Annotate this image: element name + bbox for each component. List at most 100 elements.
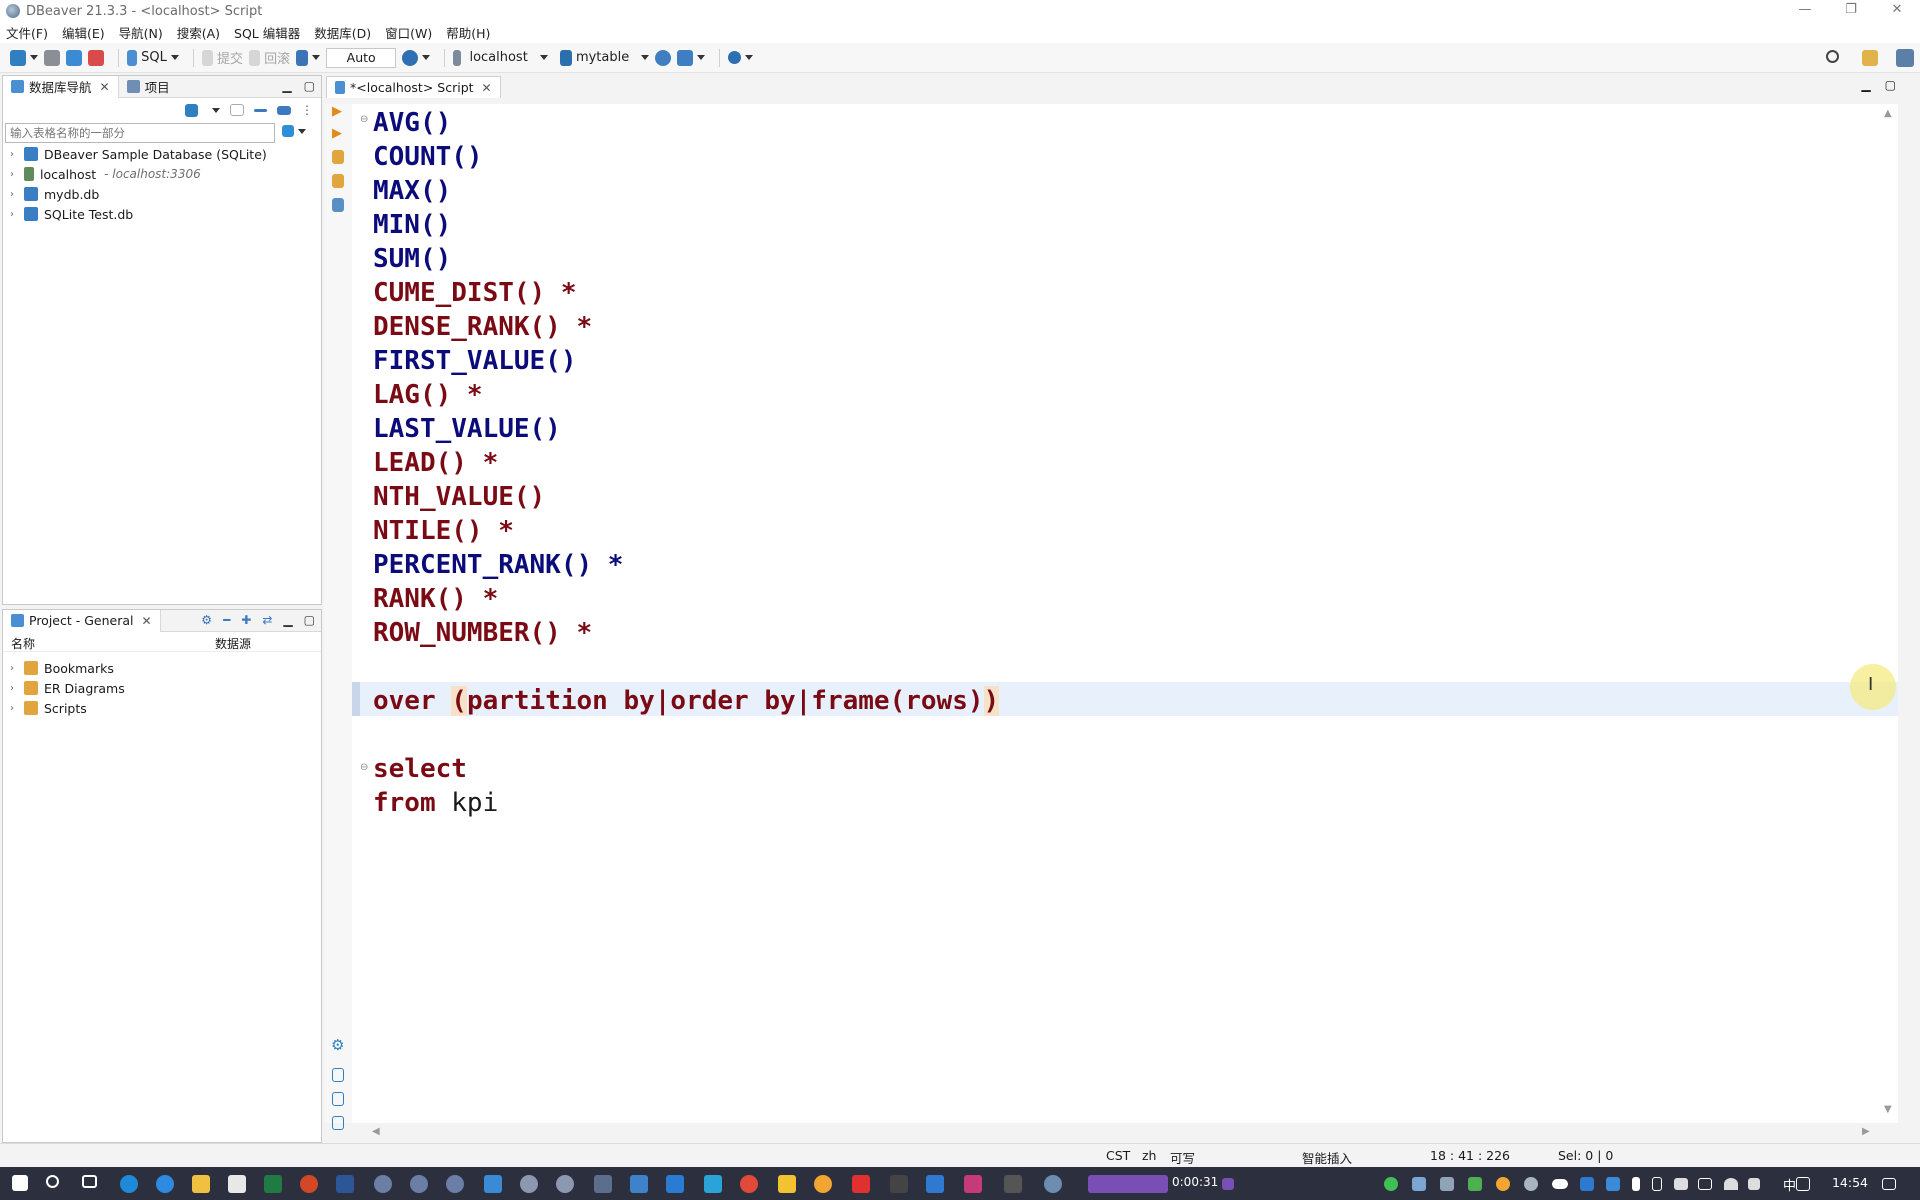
close-icon[interactable]: ✕: [100, 80, 110, 94]
minimize-icon[interactable]: ▁: [282, 79, 291, 93]
display-icon[interactable]: [1698, 1178, 1712, 1190]
edge-icon[interactable]: [120, 1175, 138, 1193]
app-icon[interactable]: [556, 1175, 574, 1193]
global-search-button[interactable]: [1826, 50, 1839, 63]
excel-icon[interactable]: [264, 1175, 282, 1193]
menu-search[interactable]: 搜索(A): [177, 23, 220, 42]
history-button[interactable]: [402, 49, 431, 66]
tray-icon[interactable]: [1496, 1177, 1510, 1191]
app-icon[interactable]: [1004, 1175, 1022, 1193]
ie-icon[interactable]: [156, 1175, 174, 1193]
chrome-icon[interactable]: [740, 1175, 758, 1193]
app-icon[interactable]: [520, 1175, 538, 1193]
menu-help[interactable]: 帮助(H): [446, 23, 490, 42]
maximize-icon[interactable]: ▢: [1885, 78, 1896, 92]
code-line[interactable]: LAG() *: [373, 378, 483, 412]
execute-statement-new-tab-icon[interactable]: ▶: [332, 126, 342, 141]
tree-item-mydb[interactable]: › mydb.db: [10, 184, 99, 204]
tray-icon[interactable]: [1440, 1177, 1454, 1191]
minimize-icon[interactable]: ▁: [283, 613, 292, 627]
tree-item-localhost[interactable]: › localhost - localhost:3306: [10, 164, 201, 184]
chevron-right-icon[interactable]: ›: [10, 189, 24, 200]
collapse-all-icon[interactable]: [254, 108, 267, 112]
maximize-icon[interactable]: ▢: [304, 79, 315, 93]
code-line[interactable]: LAST_VALUE(): [373, 412, 561, 446]
fold-marker-icon[interactable]: ⊖: [360, 762, 368, 773]
tab-projects[interactable]: 项目: [119, 76, 178, 98]
navigator-filter-button[interactable]: [282, 125, 306, 137]
minimize-icon[interactable]: ▁: [1861, 78, 1870, 92]
battery-icon[interactable]: [1652, 1177, 1662, 1191]
powerpoint-icon[interactable]: [300, 1175, 318, 1193]
code-line[interactable]: NTH_VALUE(): [373, 480, 545, 514]
menu-database[interactable]: 数据库(D): [314, 23, 371, 42]
wifi-icon[interactable]: [1724, 1178, 1738, 1190]
code-line[interactable]: COUNT(): [373, 140, 483, 174]
fold-marker-icon[interactable]: ⊖: [360, 114, 368, 125]
code-line[interactable]: CUME_DIST() *: [373, 276, 577, 310]
maximize-icon[interactable]: ▢: [304, 613, 315, 627]
sql-editor-button[interactable]: SQL: [127, 49, 179, 66]
transaction-mode-button[interactable]: [296, 49, 321, 66]
minimize-icon[interactable]: —: [1782, 0, 1828, 22]
task-view-icon[interactable]: [82, 1175, 97, 1188]
tray-icon[interactable]: [1524, 1177, 1538, 1191]
tree-item-sqlite-test[interactable]: › SQLite Test.db: [10, 204, 133, 224]
close-icon[interactable]: ✕: [142, 614, 152, 628]
navigator-search-input[interactable]: [5, 123, 275, 143]
gear-icon[interactable]: ⚙: [331, 1036, 344, 1054]
code-line-from[interactable]: from kpi: [373, 786, 498, 820]
tray-icon[interactable]: [1412, 1177, 1426, 1191]
execute-script-icon[interactable]: [332, 150, 344, 164]
app-icon[interactable]: [594, 1175, 612, 1193]
taskbar-clock[interactable]: 14:54: [1832, 1175, 1868, 1190]
schema-selector[interactable]: mytable: [559, 49, 650, 66]
tab-database-navigator[interactable]: 数据库导航 ✕: [3, 75, 119, 98]
chevron-right-icon[interactable]: ›: [10, 209, 24, 220]
tray-icon[interactable]: [1606, 1177, 1620, 1191]
network-button[interactable]: [677, 49, 706, 66]
dashboard-button[interactable]: [655, 49, 672, 66]
search-button[interactable]: [728, 51, 754, 64]
recorder-menu-icon[interactable]: [1222, 1178, 1234, 1190]
tree-item-bookmarks[interactable]: › Bookmarks: [10, 658, 114, 678]
scroll-right-icon[interactable]: ▶: [1862, 1126, 1870, 1137]
auto-commit-box[interactable]: Auto: [326, 47, 397, 68]
execute-script-new-tab-icon[interactable]: [332, 174, 344, 188]
app-icon[interactable]: [410, 1175, 428, 1193]
app-icon[interactable]: [964, 1175, 982, 1193]
tray-icon[interactable]: [1674, 1178, 1688, 1190]
code-line-over[interactable]: over (partition by|order by|frame(rows)): [373, 684, 1000, 718]
calendar-icon[interactable]: [484, 1175, 502, 1193]
invalidate-button[interactable]: [66, 49, 82, 66]
notes-icon[interactable]: [778, 1175, 796, 1193]
sql-editor[interactable]: ⊖ ⊖ ▲ ▼ ◀ ▶ I: [352, 104, 1898, 1137]
ime-indicator[interactable]: 中: [1783, 1175, 1796, 1194]
chevron-right-icon[interactable]: ›: [10, 683, 24, 694]
open-perspective-button[interactable]: [1862, 50, 1878, 66]
mail-icon[interactable]: [666, 1175, 684, 1193]
link-icon[interactable]: ⇄: [262, 613, 272, 627]
gear-icon[interactable]: ⚙: [201, 613, 212, 627]
search-icon[interactable]: [46, 1175, 59, 1188]
chevron-right-icon[interactable]: ›: [10, 703, 24, 714]
expand-icon[interactable]: ✚: [241, 613, 251, 627]
new-folder-icon[interactable]: [230, 104, 244, 116]
code-line[interactable]: LEAD() *: [373, 446, 498, 480]
word-icon[interactable]: [336, 1175, 354, 1193]
tree-item-scripts[interactable]: › Scripts: [10, 698, 87, 718]
view-menu-icon[interactable]: ⋮: [301, 103, 313, 117]
app-icon[interactable]: [890, 1175, 908, 1193]
restore-icon[interactable]: ❐: [1828, 0, 1874, 22]
column-header-name[interactable]: 名称: [11, 635, 35, 652]
app-icon[interactable]: [926, 1175, 944, 1193]
datasource-selector[interactable]: localhost: [453, 49, 548, 66]
code-line[interactable]: RANK() *: [373, 582, 498, 616]
tab-localhost-script[interactable]: *<localhost> Script ✕: [326, 76, 501, 98]
connect-button[interactable]: [44, 49, 60, 66]
scroll-left-icon[interactable]: ◀: [372, 1126, 380, 1137]
tree-item-sample-db[interactable]: › DBeaver Sample Database (SQLite): [10, 144, 267, 164]
tab-project-general[interactable]: Project - General ✕: [3, 609, 161, 632]
code-line[interactable]: MIN(): [373, 208, 451, 242]
database-perspective-button[interactable]: [1896, 49, 1914, 67]
